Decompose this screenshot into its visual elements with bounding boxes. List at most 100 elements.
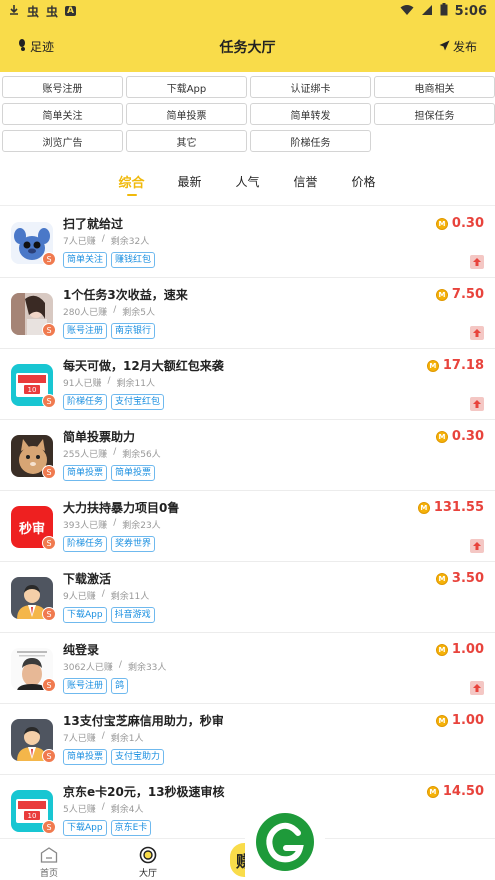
security-badge-icon: S: [42, 749, 56, 763]
earned-count: 255人已赚: [63, 450, 108, 460]
earned-count: 7人已赚: [63, 237, 96, 247]
task-tags: 账号注册 南京银行: [63, 323, 156, 339]
coin-icon: M: [435, 572, 448, 585]
earned-count: 5人已赚: [63, 805, 96, 815]
promote-icon[interactable]: [470, 539, 484, 553]
task-title: 1个任务3次收益，速来: [63, 288, 188, 302]
task-tag: 简单关注: [63, 252, 108, 268]
task-meta: 9人已赚 / 剩余11人: [63, 589, 149, 602]
nav-home-label: 首页: [39, 869, 58, 879]
task-price: M 17.18: [426, 358, 484, 373]
task-tag: 阶梯任务: [63, 394, 108, 410]
security-badge-icon: S: [42, 323, 56, 337]
task-title: 扫了就给过: [63, 217, 124, 231]
footprint-icon: [18, 39, 28, 54]
security-badge-icon: S: [42, 465, 56, 479]
footprint-label: 足迹: [30, 40, 55, 54]
task-meta: 91人已赚 / 剩余11人: [63, 376, 155, 389]
category-chip[interactable]: 浏览广告: [2, 130, 123, 152]
footprint-button[interactable]: 足迹: [18, 38, 54, 55]
price-value: 14.50: [442, 784, 484, 799]
task-row[interactable]: S 扫了就给过 7人已赚 / 剩余32人 简单关注 赚钱红包 M 0.30: [0, 207, 495, 278]
divider: [0, 205, 495, 206]
remaining-count: 剩余5人: [122, 308, 155, 318]
earned-count: 7人已赚: [63, 734, 96, 744]
category-chip[interactable]: 其它: [126, 130, 247, 152]
category-chip[interactable]: 下载App: [126, 76, 247, 98]
promote-icon[interactable]: [470, 397, 484, 411]
task-meta: 393人已赚 / 剩余23人: [63, 518, 161, 531]
notification-glyph: A: [65, 6, 76, 16]
category-chip[interactable]: 账号注册: [2, 76, 123, 98]
task-row[interactable]: S 1个任务3次收益，速来 280人已赚 / 剩余5人 账号注册 南京银行 M 7.50: [0, 278, 495, 349]
task-tags: 简单投票 支付宝助力: [63, 749, 165, 765]
price-value: 0.30: [451, 216, 484, 231]
task-row[interactable]: S 纯登录 3062人已赚 / 剩余33人 账号注册鸽 M 1.00: [0, 633, 495, 704]
task-row[interactable]: S 简单投票助力 255人已赚 / 剩余56人 简单投票 简单投票 M 0.30: [0, 420, 495, 491]
task-price: M 3.50: [435, 571, 484, 586]
category-grid: 账号注册 下载App 认证绑卡 电商相关 简单关注 简单投票 简单转发 担保任务…: [0, 76, 495, 152]
task-price: M 1.00: [435, 642, 484, 657]
coin-icon: M: [417, 501, 430, 514]
task-tag: 支付宝助力: [111, 749, 165, 765]
hall-icon: [118, 845, 178, 865]
security-badge-icon: S: [42, 607, 56, 621]
nav-hall[interactable]: 大厅: [118, 845, 178, 879]
notification-glyph: 虫: [27, 4, 40, 19]
publish-button[interactable]: 发布: [439, 38, 477, 55]
category-chip[interactable]: 担保任务: [374, 103, 495, 125]
tab-newest[interactable]: 最新: [161, 168, 219, 200]
task-tag: 简单投票: [63, 749, 108, 765]
task-row[interactable]: S 下载激活 9人已赚 / 剩余11人 下载App 抖音游戏 M 3.50: [0, 562, 495, 633]
category-chip[interactable]: 简单投票: [126, 103, 247, 125]
category-chip[interactable]: 简单转发: [250, 103, 371, 125]
nav-home[interactable]: 首页: [19, 845, 79, 879]
category-chip[interactable]: 阶梯任务: [250, 130, 371, 152]
download-icon: [8, 4, 20, 19]
category-chip[interactable]: 简单关注: [2, 103, 123, 125]
promote-icon[interactable]: [470, 681, 484, 695]
meta-separator: /: [101, 234, 105, 244]
task-tags: 简单关注 赚钱红包: [63, 252, 156, 268]
task-tag: 南京银行: [111, 323, 156, 339]
remaining-count: 剩余32人: [110, 237, 150, 247]
task-tag: 支付宝红包: [111, 394, 165, 410]
meta-separator: /: [113, 447, 117, 457]
earned-count: 9人已赚: [63, 592, 96, 602]
category-chip[interactable]: 认证绑卡: [250, 76, 371, 98]
task-tags: 下载App 京东E卡: [63, 820, 152, 836]
task-meta: 7人已赚 / 剩余32人: [63, 234, 149, 247]
svg-text:10: 10: [28, 812, 37, 820]
task-price: M 0.30: [435, 216, 484, 231]
promote-icon[interactable]: [470, 255, 484, 269]
task-title: 京东e卡20元，13秒极速审核: [63, 785, 225, 799]
task-meta: 3062人已赚 / 剩余33人: [63, 660, 166, 673]
task-tag: 下载App: [63, 607, 107, 623]
meta-separator: /: [101, 731, 105, 741]
task-title: 13支付宝芝麻信用助力，秒审: [63, 714, 224, 728]
task-row[interactable]: S 13支付宝芝麻信用助力，秒审 7人已赚 / 剩余1人 简单投票 支付宝助力 M 1.00: [0, 704, 495, 775]
thumbnail-text: 秒审: [18, 522, 45, 537]
task-row[interactable]: 10 S 每天可做，12月大额红包来袭 91人已赚 / 剩余11人 阶梯任务 支付宝红包 M 17…: [0, 349, 495, 420]
task-title: 纯登录: [63, 643, 100, 657]
task-price: M 14.50: [426, 784, 484, 799]
tab-price[interactable]: 价格: [335, 168, 393, 200]
task-row[interactable]: 秒审 S 大力扶持暴力项目0鲁 393人已赚 / 剩余23人 阶梯任务 奖券世界 M 131.55: [0, 491, 495, 562]
home-icon: [19, 845, 79, 865]
promote-icon[interactable]: [470, 326, 484, 340]
nav-hall-label: 大厅: [138, 869, 157, 879]
tab-popularity[interactable]: 人气: [219, 168, 277, 200]
security-badge-icon: S: [42, 394, 56, 408]
task-list: S 扫了就给过 7人已赚 / 剩余32人 简单关注 赚钱红包 M 0.30 S 1个任务3次收益，速…: [0, 207, 495, 846]
earned-count: 91人已赚: [63, 379, 102, 389]
coin-icon: M: [435, 714, 448, 727]
tab-comprehensive[interactable]: 综合: [103, 168, 161, 200]
task-tag: 京东E卡: [110, 820, 152, 836]
category-chip[interactable]: 电商相关: [374, 76, 495, 98]
coin-icon: M: [426, 359, 439, 372]
meta-separator: /: [101, 802, 105, 812]
status-bar: 虫 虫 A 5:06: [0, 0, 495, 22]
tab-reputation[interactable]: 信誉: [277, 168, 335, 200]
remaining-count: 剩余56人: [122, 450, 161, 460]
task-tags: 阶梯任务 奖券世界: [63, 536, 156, 552]
